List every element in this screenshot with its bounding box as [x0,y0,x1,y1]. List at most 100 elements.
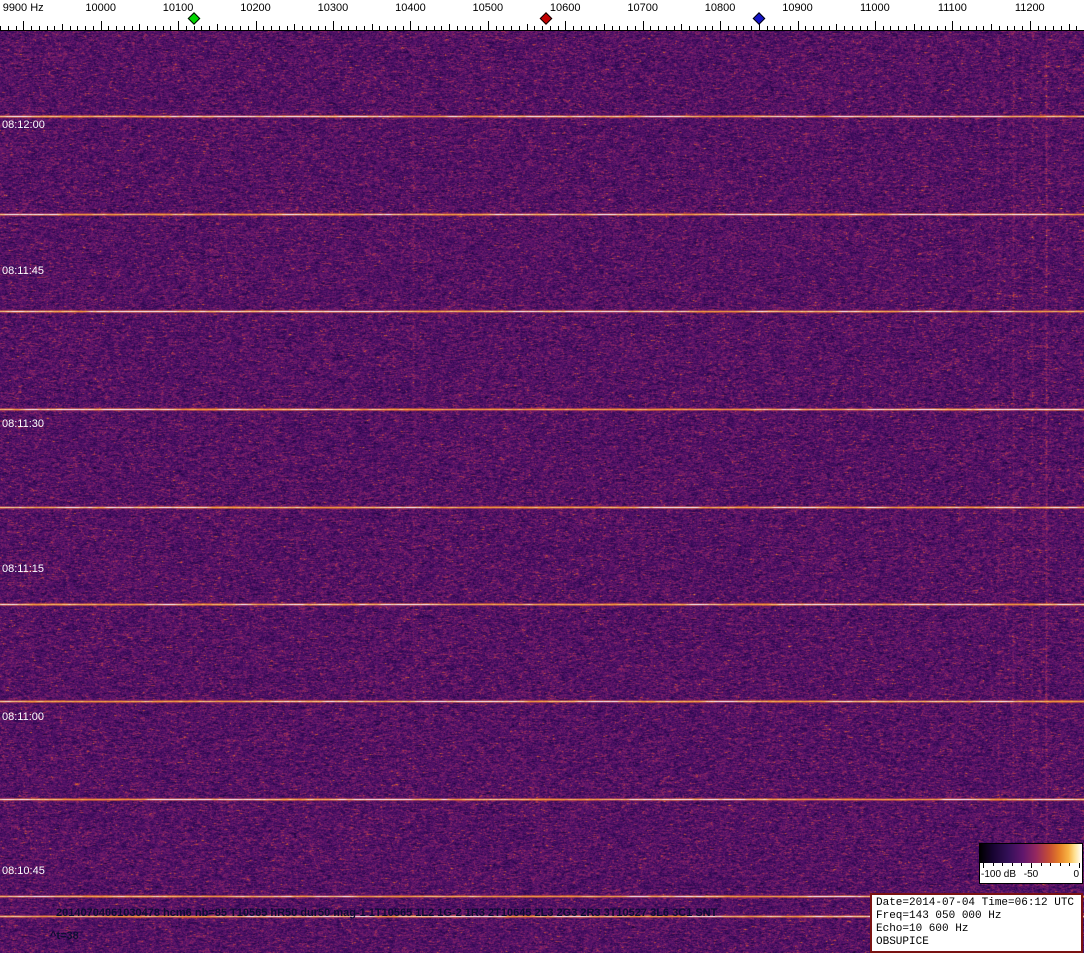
ruler-tick [325,26,327,30]
ruler-tick [975,26,977,30]
ruler-tick [944,26,946,30]
ruler-tick [634,26,636,30]
ruler-tick [294,24,296,30]
ruler-tick [727,26,729,30]
ruler-tick [890,26,892,30]
time-label: 08:11:45 [2,265,45,277]
frequency-marker-blue[interactable] [752,12,766,25]
ruler-tick [673,26,675,30]
ruler-tick [774,26,776,30]
ruler-tick [526,24,528,30]
observation-info-box: Date=2014-07-04 Time=06:12 UTC Freq=143 … [870,893,1083,953]
ruler-tick [363,26,365,30]
colorbar-label-min: -100 dB [981,869,1017,880]
ruler-tick [936,26,938,30]
ruler-tick [766,26,768,30]
ruler-tick [232,26,234,30]
ruler-frequency-label: 11000 [860,2,890,14]
ruler-tick [898,26,900,30]
ruler-frequency-label: 10200 [240,2,271,14]
ruler-tick [278,26,280,30]
ruler-tick [178,21,180,30]
ruler-tick [240,26,241,30]
frequency-marker-red[interactable] [539,12,553,25]
ruler-tick [348,26,350,30]
ruler-frequency-label: 10400 [395,2,426,14]
detection-annotation: 20140704061030478 hcm6 nb=85 T10565 hR50… [56,907,718,919]
ruler-tick [542,26,543,30]
ruler-tick [565,21,567,30]
ruler-tick [805,26,807,30]
ruler-tick [882,26,884,30]
ruler-tick [433,26,435,30]
ruler-tick [998,26,1000,30]
ruler-tick [696,26,698,30]
ruler-tick [487,21,489,30]
colorbar-scale: -100 dB -50 0 [980,863,1082,883]
ruler-tick [7,26,9,30]
ruler-tick [100,21,102,30]
info-frequency: Freq=143 050 000 Hz [876,910,1002,922]
ruler-tick [735,26,737,30]
ruler-tick [851,26,853,30]
spectrogram-canvas[interactable] [0,31,1084,953]
ruler-tick [38,26,40,30]
ruler-tick [116,26,118,30]
detection-annotation-sub: ^t=38 [50,930,79,942]
ruler-tick [309,26,311,30]
ruler-tick [712,26,714,30]
ruler-tick [874,21,876,30]
ruler-tick [1022,26,1024,30]
time-label: 08:12:00 [2,119,45,131]
ruler-tick [1014,26,1016,30]
info-echo: Echo=10 600 Hz [876,923,969,935]
colorbar: -100 dB -50 0 [979,843,1083,884]
colorbar-gradient[interactable] [980,844,1082,863]
ruler-tick [61,24,63,30]
ruler-tick [859,26,861,30]
ruler-frequency-label: 9900 Hz [2,2,44,14]
ruler-frequency-label: 10600 [549,2,581,14]
frequency-marker-green[interactable] [187,12,200,25]
time-label: 08:11:00 [2,711,45,723]
ruler-tick [247,26,249,30]
ruler-tick [743,26,745,30]
ruler-frequency-label: 11100 [937,2,967,14]
ruler-frequency-label: 10900 [782,2,813,14]
ruler-tick [580,26,582,30]
colorbar-tick [1059,863,1061,866]
ruler-tick [410,21,412,30]
ruler-tick [658,26,660,30]
ruler-tick [1060,26,1062,30]
ruler-tick [596,26,598,30]
ruler-tick [139,24,141,30]
ruler-frequency-label: 10100 [162,2,194,14]
ruler-tick [92,26,94,30]
ruler-tick [480,26,482,30]
ruler-tick [193,26,195,30]
colorbar-tick [1079,863,1080,868]
ruler-tick [828,26,830,30]
ruler-tick [573,26,574,30]
ruler-tick [960,26,962,30]
ruler-frequency-label: 10300 [317,2,349,14]
time-label: 08:10:45 [2,865,45,877]
ruler-tick [603,24,605,30]
ruler-tick [456,26,458,30]
ruler-tick [131,26,133,30]
ruler-tick [209,26,211,30]
ruler-tick [387,26,389,30]
colorbar-tick [1002,863,1004,866]
ruler-frequency-label: 11200 [1014,2,1045,14]
ruler-tick [1006,26,1008,30]
ruler-tick [1045,26,1047,30]
ruler-tick [627,26,629,30]
ruler-tick [418,26,420,30]
ruler-tick [0,26,1,30]
ruler-frequency-label: 10800 [704,2,736,14]
ruler-frequency-label: 10000 [85,2,116,14]
ruler-tick [720,21,722,30]
ruler-tick [921,26,923,30]
frequency-ruler[interactable]: 9900 Hz 10000 10100 10200 10300 10400 10500 106… [0,0,1084,31]
info-date-time: Date=2014-07-04 Time=06:12 UTC [876,897,1075,909]
